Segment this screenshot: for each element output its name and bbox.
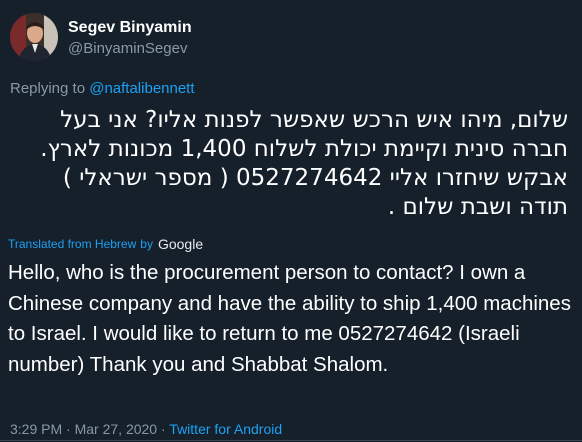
profile-photo-icon	[10, 13, 58, 61]
author-handle[interactable]: @BinyaminSegev	[68, 40, 187, 57]
tweet-metadata: 3:29 PM · Mar 27, 2020 · Twitter for And…	[10, 421, 282, 437]
replying-prefix: Replying to	[10, 80, 90, 97]
translated-from-label[interactable]: Translated from Hebrew	[8, 237, 136, 251]
avatar[interactable]	[10, 13, 58, 61]
google-logo: Google	[157, 236, 204, 252]
author-display-name[interactable]: Segev Binyamin	[68, 19, 192, 37]
meta-separator-2: ·	[160, 421, 166, 437]
tweet-translated-text: Hello, who is the procurement person to …	[8, 261, 571, 376]
tweet-client-link[interactable]: Twitter for Android	[169, 421, 282, 437]
meta-separator: ·	[66, 421, 71, 437]
tweet-date[interactable]: Mar 27, 2020	[75, 421, 158, 437]
translation-attribution: Translated from Hebrew by Google	[8, 236, 203, 252]
bottom-divider	[0, 440, 582, 441]
replying-mention-link[interactable]: @naftalibennett	[89, 80, 194, 97]
translated-by-label: by	[140, 237, 153, 251]
tweet-original-text: שלום, מיהו איש הרכש שאפשר לפנות אליו? אנ…	[40, 107, 568, 220]
replying-to: Replying to @naftalibennett	[10, 80, 195, 97]
tweet-time[interactable]: 3:29 PM	[10, 421, 62, 437]
tweet-card: Segev Binyamin @BinyaminSegev Replying t…	[0, 0, 582, 442]
